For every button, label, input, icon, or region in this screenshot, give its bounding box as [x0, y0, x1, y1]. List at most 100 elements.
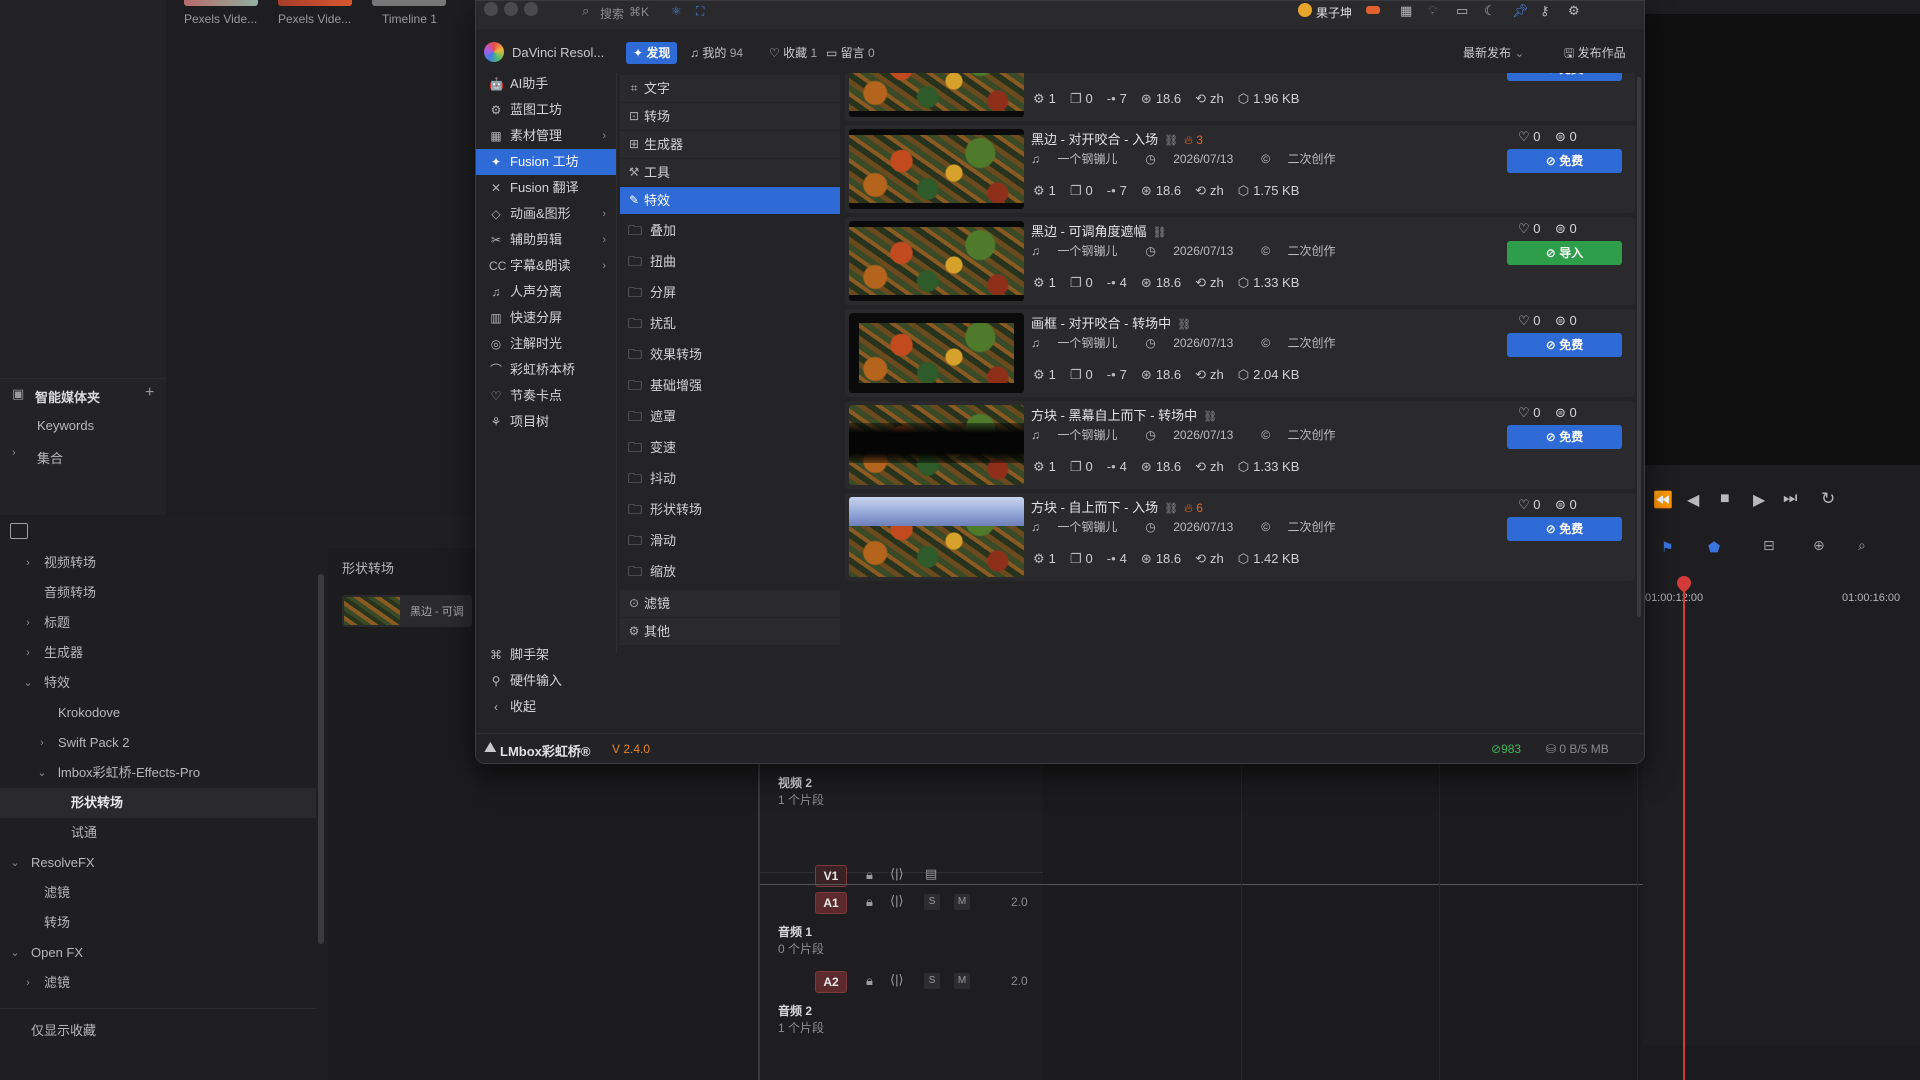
zoom-custom-icon[interactable]: ⌕ — [1858, 537, 1866, 554]
sidebar-item-subtitles[interactable]: CC 字幕&朗读 › — [476, 253, 616, 279]
tree-item[interactable]: › 标题 — [0, 608, 316, 638]
subcategory-item[interactable]: 🗀︎ 滑动 — [620, 527, 840, 554]
subcategory-item[interactable]: 🗀︎ 基础增强 — [620, 372, 840, 399]
subcategory-item[interactable]: 🗀︎ 分屏 — [620, 279, 840, 306]
tree-item[interactable]: Krokodove — [0, 698, 316, 728]
auto-select-icon[interactable]: ⟨|⟩ — [890, 893, 904, 909]
sidebar-item-beat-sync[interactable]: ♡ 节奏卡点 — [476, 383, 616, 409]
asset-thumbnail[interactable] — [849, 405, 1024, 485]
subcategory-item[interactable]: 🗀︎ 效果转场 — [620, 341, 840, 368]
asset-reactions[interactable]: ♡ 0 ⊜ 0 — [1518, 313, 1577, 329]
auto-select-icon[interactable]: ⟨|⟩ — [890, 972, 904, 988]
tree-item[interactable]: ⌄ lmbox彩虹桥-Effects-Pro — [0, 758, 316, 788]
category-text[interactable]: ⌗ 文字 — [620, 75, 840, 103]
asset-title[interactable]: 黑边 - 可调角度遮幅 ⛓ — [1031, 221, 1167, 240]
film-icon[interactable]: ▤ — [925, 866, 937, 882]
maximize-window-button[interactable] — [524, 2, 538, 16]
tree-item[interactable]: 滤镜 — [0, 878, 316, 908]
lock-icon[interactable]: 🔒︎ — [866, 894, 873, 910]
publish-button[interactable]: 🖫︎ 发布作品 — [1564, 42, 1626, 64]
asset-title[interactable]: 黑边 - 对开咬合 - 入场 ⛓ 🔥︎ 3 — [1031, 129, 1203, 148]
tab-favorites[interactable]: ♡ 收藏 1 — [769, 42, 817, 64]
asset-card[interactable]: 黑边 - 对开咬合 - 入场 ⛓ 🔥︎ 3 ♫ 一个钢镚儿 ◷ 2026/07/13 © … — [845, 125, 1635, 213]
rewind-icon[interactable]: ⏪ — [1653, 490, 1673, 510]
tree-item[interactable]: › 滤镜 — [0, 968, 316, 998]
sidebar-collapse-button[interactable]: ‹ 收起 — [476, 694, 616, 720]
asset-action-button[interactable]: ⊘ 免费 — [1507, 73, 1622, 81]
category-other[interactable]: ⚙ 其他 — [620, 618, 840, 646]
tab-messages[interactable]: ▭ 留言 0 — [826, 42, 875, 64]
tree-item[interactable]: ⌄ 特效 — [0, 668, 316, 698]
chevron-right-icon[interactable]: › — [12, 447, 16, 459]
asset-thumbnail[interactable] — [849, 129, 1024, 209]
subcategory-item[interactable]: 🗀︎ 扭曲 — [620, 248, 840, 275]
stop-icon[interactable]: ■ — [1720, 490, 1730, 508]
sidebar-item-ai-assistant[interactable]: 🤖 AI助手 — [476, 71, 616, 97]
tree-item[interactable]: › Swift Pack 2 — [0, 728, 316, 758]
panel-toggle-icon[interactable] — [10, 523, 28, 539]
category-effects[interactable]: ✎ 特效 — [620, 187, 840, 215]
sidebar-item-vocal-separation[interactable]: ♫ 人声分离 — [476, 279, 616, 305]
mute-button[interactable]: M — [954, 894, 970, 910]
tree-item[interactable]: 音频转场 — [0, 578, 316, 608]
asset-reactions[interactable]: ♡ 0 ⊜ 0 — [1518, 221, 1577, 237]
tree-item[interactable]: › 生成器 — [0, 638, 316, 668]
tab-discover[interactable]: ✦ 发现 — [626, 42, 678, 64]
tree-item[interactable]: 转场 — [0, 908, 316, 938]
asset-title[interactable]: 方块 - 自上而下 - 入场 ⛓ 🔥︎ 6 — [1031, 497, 1203, 516]
sidebar-item-split-screen[interactable]: ▥ 快速分屏 — [476, 305, 616, 331]
asset-card[interactable]: 画框 - 对开咬合 - 转场中 ⛓ ♫ 一个钢镚儿 ◷ 2026/07/13 © 二次创… — [845, 309, 1635, 397]
asset-card[interactable]: 黑边 - 对开咬合 - 出场⛓🔥︎ 13♫ 一个钢镚儿◷ 2026/07/13©… — [845, 73, 1635, 121]
subcategory-item[interactable]: 🗀︎ 缩放 — [620, 558, 840, 585]
asset-thumbnail[interactable] — [849, 221, 1024, 301]
key-icon[interactable]: ⚷ — [1540, 3, 1550, 19]
subcategory-item[interactable]: 🗀︎ 扰乱 — [620, 310, 840, 337]
moon-icon[interactable]: ☾ — [1484, 3, 1496, 19]
tree-scrollbar[interactable] — [318, 574, 324, 944]
sidebar-item-project-tree[interactable]: ⚘ 项目树 — [476, 409, 616, 435]
asset-card[interactable]: 黑边 - 可调角度遮幅 ⛓ ♫ 一个钢镚儿 ◷ 2026/07/13 © 二次创作 ⚙ 1 ❐… — [845, 217, 1635, 305]
search-input[interactable]: 搜索 — [600, 5, 624, 22]
message-icon[interactable]: ▭ — [1456, 3, 1468, 19]
loop-icon[interactable]: ↻ — [1821, 489, 1835, 509]
screenshot-icon[interactable]: ⛶ — [696, 4, 704, 19]
media-thumb-1[interactable] — [184, 0, 258, 6]
item-list[interactable]: 黑边 - 对开咬合 - 出场⛓🔥︎ 13♫ 一个钢镚儿◷ 2026/07/13©… — [845, 73, 1635, 728]
asset-reactions[interactable]: ♡ 0 ⊜ 0 — [1518, 129, 1577, 145]
solo-button[interactable]: S — [924, 894, 940, 910]
minimize-window-button[interactable] — [504, 2, 518, 16]
item-list-scrollbar[interactable] — [1637, 77, 1641, 617]
tab-mine[interactable]: ♫ 我的 94 — [690, 42, 743, 64]
smart-bin-collections[interactable]: 集合 — [37, 448, 63, 467]
close-window-button[interactable] — [484, 2, 498, 16]
asset-title[interactable]: 画框 - 对开咬合 - 转场中 ⛓ — [1031, 313, 1191, 332]
media-thumb-2[interactable] — [278, 0, 352, 6]
effect-item[interactable]: 黑边 - 可调 — [342, 595, 472, 627]
user-name[interactable]: 果子坤 — [1316, 4, 1352, 21]
calendar-icon[interactable]: ▦ — [1400, 3, 1412, 19]
reverse-play-icon[interactable]: ◀ — [1687, 490, 1699, 510]
sort-dropdown[interactable]: 最新发布 ⌄ — [1463, 42, 1524, 64]
category-filters[interactable]: ⊙ 滤镜 — [620, 590, 840, 618]
sidebar-item-animation[interactable]: ◇ 动画&图形 › — [476, 201, 616, 227]
track-a2-badge[interactable]: A2 — [815, 971, 847, 993]
flag-icon[interactable]: ⚑ — [1661, 539, 1674, 556]
zoom-detail-icon[interactable]: ⊕ — [1813, 537, 1825, 554]
sidebar-item-fusion-translate[interactable]: ✕ Fusion 翻译 — [476, 175, 616, 201]
lock-icon[interactable]: 🔒︎ — [866, 973, 873, 989]
lock-icon[interactable]: 🔒︎ — [866, 867, 873, 883]
asset-card[interactable]: 方块 - 自上而下 - 入场 ⛓ 🔥︎ 6 ♫ 一个钢镚儿 ◷ 2026/07/13 © … — [845, 493, 1635, 581]
category-generator[interactable]: ⊞ 生成器 — [620, 131, 840, 159]
add-smart-bin-icon[interactable]: + — [145, 384, 154, 402]
fusion-icon[interactable]: ⚛ — [671, 4, 682, 18]
track-a1-badge[interactable]: A1 — [815, 892, 847, 914]
settings-icon[interactable]: ⚙ — [1568, 3, 1580, 19]
playhead[interactable] — [1683, 580, 1685, 1080]
asset-action-button[interactable]: ⊘ 免费 — [1507, 425, 1622, 449]
subcategory-item[interactable]: 🗀︎ 变速 — [620, 434, 840, 461]
sidebar-item-edit-assist[interactable]: ✂ 辅助剪辑 › — [476, 227, 616, 253]
smart-bin-keywords[interactable]: Keywords — [37, 418, 94, 433]
subcategory-item[interactable]: 🗀︎ 形状转场 — [620, 496, 840, 523]
sidebar-item-scaffold[interactable]: ⌘ 脚手架 — [476, 642, 616, 668]
asset-thumbnail[interactable] — [849, 313, 1024, 393]
